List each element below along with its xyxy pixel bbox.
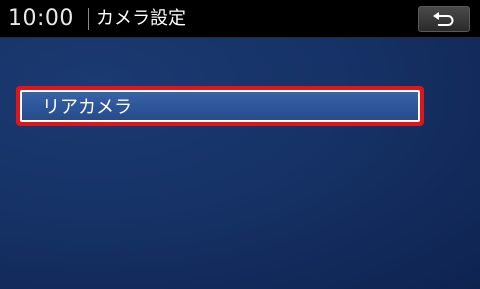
return-arrow-icon xyxy=(433,12,454,26)
menu-item-label: リアカメラ xyxy=(42,97,132,118)
header-bar: 10:00 カメラ設定 xyxy=(0,0,480,38)
back-button[interactable] xyxy=(418,6,470,32)
menu-item-fill: リアカメラ xyxy=(20,90,420,122)
page-title: カメラ設定 xyxy=(96,8,186,29)
menu-item-rear-camera[interactable]: リアカメラ xyxy=(16,86,424,126)
header-divider xyxy=(88,8,89,30)
clock: 10:00 xyxy=(8,6,74,31)
